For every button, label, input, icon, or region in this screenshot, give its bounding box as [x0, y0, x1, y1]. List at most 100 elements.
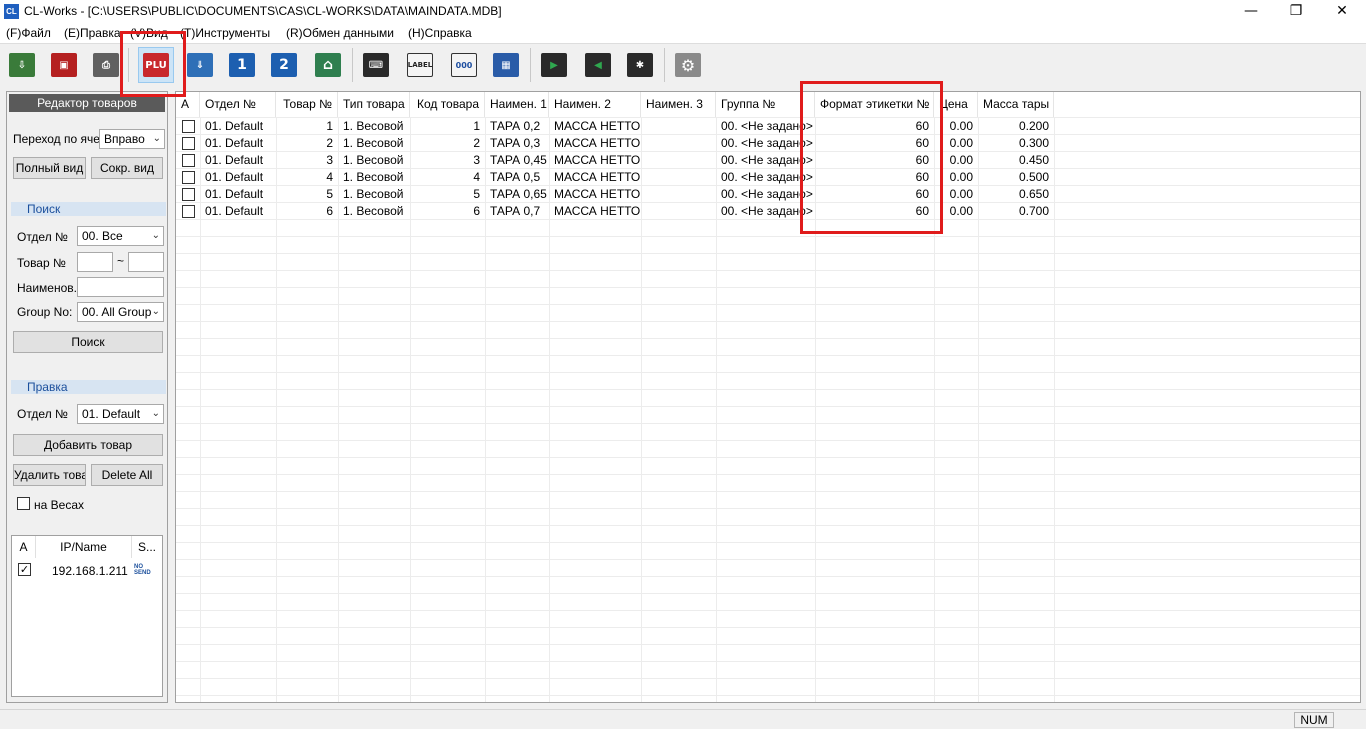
- row-checkbox[interactable]: [182, 154, 195, 167]
- cell-tare[interactable]: 0.200: [978, 118, 1054, 135]
- col-header-a[interactable]: A: [176, 92, 200, 117]
- cell-tare[interactable]: 0.650: [978, 186, 1054, 203]
- cell-item-code[interactable]: 2: [410, 135, 485, 152]
- maximize-button[interactable]: ❐: [1273, 0, 1319, 23]
- cell-tare[interactable]: 0.700: [978, 203, 1054, 220]
- cell-name2[interactable]: МАССА НЕТТО:: [549, 186, 641, 203]
- cell-name1[interactable]: ТАРА 0,45: [485, 152, 549, 169]
- cell-name2[interactable]: МАССА НЕТТО:: [549, 135, 641, 152]
- grid-button[interactable]: ▦: [488, 47, 524, 83]
- cell-price[interactable]: 0.00: [934, 203, 978, 220]
- device-col-a[interactable]: A: [12, 536, 36, 558]
- cell-price[interactable]: 0.00: [934, 152, 978, 169]
- col-header-price[interactable]: Цена: [934, 92, 978, 117]
- col-header-name3[interactable]: Наимен. 3: [641, 92, 716, 117]
- cell-name3[interactable]: [641, 203, 716, 220]
- cell-item-code[interactable]: 3: [410, 152, 485, 169]
- col-header-name1[interactable]: Наимен. 1: [485, 92, 549, 117]
- cell-item-no[interactable]: 4: [276, 169, 338, 186]
- menu-help[interactable]: (H)Справка: [408, 26, 472, 40]
- cell-name3[interactable]: [641, 118, 716, 135]
- search-dept-select[interactable]: 00. Все ⌄: [77, 226, 164, 246]
- col-header-tare[interactable]: Масса тары: [978, 92, 1054, 117]
- cell-item-code[interactable]: 4: [410, 169, 485, 186]
- cell-name3[interactable]: [641, 152, 716, 169]
- menu-file[interactable]: (F)Файл: [6, 26, 51, 40]
- cell-name1[interactable]: ТАРА 0,65: [485, 186, 549, 203]
- search-button[interactable]: Поиск: [13, 331, 163, 353]
- device-ip[interactable]: 192.168.1.211: [52, 564, 128, 578]
- cell-label-format[interactable]: 60: [815, 135, 934, 152]
- full-view-button[interactable]: Полный вид: [13, 157, 86, 179]
- delete-all-button[interactable]: Delete All: [91, 464, 163, 486]
- cell-name1[interactable]: ТАРА 0,5: [485, 169, 549, 186]
- cell-item-type[interactable]: 1. Весовой: [338, 152, 410, 169]
- col-header-item-no[interactable]: Товар №: [276, 92, 338, 117]
- cell-group[interactable]: 00. <Не задано>: [716, 169, 815, 186]
- edit-dept-select[interactable]: 01. Default ⌄: [77, 404, 164, 424]
- close-button[interactable]: ✕: [1319, 0, 1365, 23]
- cell-group[interactable]: 00. <Не задано>: [716, 203, 815, 220]
- cell-name2[interactable]: МАССА НЕТТО:: [549, 152, 641, 169]
- cell-price[interactable]: 0.00: [934, 135, 978, 152]
- print-button[interactable]: ⎙: [88, 47, 124, 83]
- cell-name2[interactable]: МАССА НЕТТО:: [549, 169, 641, 186]
- device-col-status[interactable]: S...: [132, 536, 162, 558]
- cell-item-type[interactable]: 1. Весовой: [338, 118, 410, 135]
- cell-item-code[interactable]: 5: [410, 186, 485, 203]
- cell-dept[interactable]: 01. Default: [200, 152, 276, 169]
- label-button[interactable]: LABEL: [402, 47, 438, 83]
- menu-edit[interactable]: (E)Правка: [64, 26, 121, 40]
- search-item-from-input[interactable]: [77, 252, 113, 272]
- cell-group[interactable]: 00. <Не задано>: [716, 135, 815, 152]
- cell-dept[interactable]: 01. Default: [200, 118, 276, 135]
- cell-item-no[interactable]: 2: [276, 135, 338, 152]
- minimize-button[interactable]: —: [1228, 0, 1274, 23]
- cell-item-type[interactable]: 1. Весовой: [338, 169, 410, 186]
- device-col-ip[interactable]: IP/Name: [36, 536, 132, 558]
- settings-button[interactable]: ⚙: [670, 47, 706, 83]
- cell-item-code[interactable]: 6: [410, 203, 485, 220]
- device-checkbox[interactable]: ✓: [18, 563, 31, 576]
- cell-price[interactable]: 0.00: [934, 186, 978, 203]
- search-name-input[interactable]: [77, 277, 164, 297]
- import-button[interactable]: ⇩: [4, 47, 40, 83]
- table1-button[interactable]: 1: [224, 47, 260, 83]
- keyboard-button[interactable]: ⌨: [358, 47, 394, 83]
- barcode-button[interactable]: 000: [446, 47, 482, 83]
- cell-dept[interactable]: 01. Default: [200, 169, 276, 186]
- plu-button[interactable]: PLU: [138, 47, 174, 83]
- col-header-group[interactable]: Группа №: [716, 92, 815, 117]
- cell-item-no[interactable]: 3: [276, 152, 338, 169]
- scale-settings-button[interactable]: ✱: [622, 47, 658, 83]
- col-header-item-code[interactable]: Код товара: [410, 92, 485, 117]
- col-header-name2[interactable]: Наимен. 2: [549, 92, 641, 117]
- cell-name2[interactable]: МАССА НЕТТО:: [549, 203, 641, 220]
- cell-label-format[interactable]: 60: [815, 169, 934, 186]
- search-group-select[interactable]: 00. All Group ⌄: [77, 302, 164, 322]
- menu-view[interactable]: (V)Вид: [130, 26, 168, 40]
- add-item-button[interactable]: Добавить товар: [13, 434, 163, 456]
- cell-item-type[interactable]: 1. Весовой: [338, 186, 410, 203]
- cell-label-format[interactable]: 60: [815, 186, 934, 203]
- col-header-label-format[interactable]: Формат этикетки №: [815, 92, 934, 117]
- cell-name3[interactable]: [641, 135, 716, 152]
- cell-item-type[interactable]: 1. Весовой: [338, 203, 410, 220]
- cell-price[interactable]: 0.00: [934, 169, 978, 186]
- col-header-dept[interactable]: Отдел №: [200, 92, 276, 117]
- cell-tare[interactable]: 0.300: [978, 135, 1054, 152]
- receive-from-scale-button[interactable]: ◀: [580, 47, 616, 83]
- short-view-button[interactable]: Сокр. вид: [91, 157, 163, 179]
- cell-item-no[interactable]: 1: [276, 118, 338, 135]
- row-checkbox[interactable]: [182, 171, 195, 184]
- cell-tare[interactable]: 0.500: [978, 169, 1054, 186]
- row-checkbox[interactable]: [182, 188, 195, 201]
- send-to-scale-button[interactable]: ▶: [536, 47, 572, 83]
- cell-label-format[interactable]: 60: [815, 203, 934, 220]
- cell-name1[interactable]: ТАРА 0,2: [485, 118, 549, 135]
- store-button[interactable]: ⌂: [310, 47, 346, 83]
- col-header-item-type[interactable]: Тип товара: [338, 92, 410, 117]
- cell-name2[interactable]: МАССА НЕТТО:: [549, 118, 641, 135]
- cell-label-format[interactable]: 60: [815, 118, 934, 135]
- cell-name3[interactable]: [641, 186, 716, 203]
